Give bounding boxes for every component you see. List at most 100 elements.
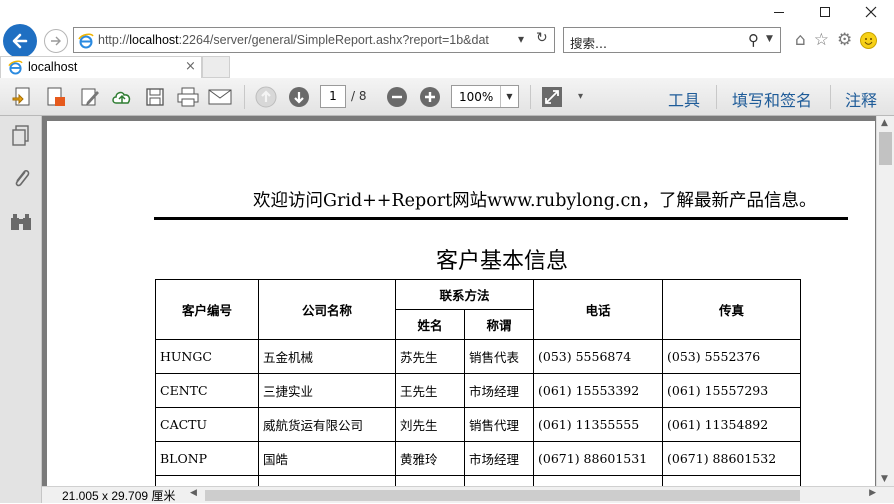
- table-row: CACTU 威航货运有限公司 刘先生 销售代理 (061) 11355555 (…: [155, 407, 801, 442]
- zoom-dropdown-icon[interactable]: ▼: [500, 86, 518, 107]
- search-input[interactable]: 搜索...: [570, 33, 607, 52]
- settings-gear-icon[interactable]: ⚙: [837, 30, 852, 50]
- tools-button[interactable]: 工具: [668, 87, 700, 111]
- save-button[interactable]: [143, 85, 167, 109]
- plus-circle-icon: [420, 87, 440, 107]
- col-header-company: 公司名称: [258, 279, 396, 340]
- upload-cloud-button[interactable]: [110, 85, 134, 109]
- page-size-label: 21.005 x 29.709 厘米: [62, 489, 176, 503]
- create-pdf-button[interactable]: [10, 85, 34, 109]
- cell-role: 市场经理: [464, 441, 534, 476]
- refresh-icon[interactable]: ↻: [536, 30, 548, 46]
- header-rule: [154, 217, 848, 220]
- print-button[interactable]: [176, 85, 200, 109]
- cell-fax: (061) 11354892: [662, 407, 801, 442]
- scroll-right-arrow-icon[interactable]: ▶: [869, 488, 876, 498]
- printer-icon: [177, 87, 199, 107]
- cell-phone: (061) 15553392: [533, 373, 663, 408]
- cell-phone: (061) 11355555: [533, 407, 663, 442]
- tab-title: localhost: [28, 60, 78, 74]
- find-button[interactable]: [9, 210, 33, 234]
- arrow-down-circle-icon: [289, 87, 309, 107]
- email-button[interactable]: [208, 85, 232, 109]
- col-header-contact: 联系方法: [395, 279, 534, 310]
- table-row: CENTC 三捷实业 王先生 市场经理 (061) 15553392 (061)…: [155, 373, 801, 408]
- zoom-out-button[interactable]: [385, 85, 409, 109]
- next-page-button[interactable]: [287, 85, 311, 109]
- search-provider-dropdown-icon[interactable]: ▼: [766, 34, 773, 44]
- horizontal-scrollbar[interactable]: ◀ ▶: [190, 488, 876, 502]
- attachments-button[interactable]: [9, 166, 33, 190]
- cloud-upload-icon: [112, 91, 131, 104]
- cell-company: 国皓: [258, 441, 396, 476]
- edit-pdf-icon: [81, 88, 99, 106]
- page-thumbnails-button[interactable]: [9, 124, 33, 148]
- cell-role: 销售代理: [464, 407, 534, 442]
- toolbar-separator: [830, 85, 831, 109]
- col-header-name: 姓名: [395, 309, 465, 340]
- comment-button[interactable]: 注释: [845, 87, 877, 111]
- search-dropdown-icon[interactable]: ▾: [518, 32, 524, 46]
- maximize-icon: [820, 7, 830, 17]
- horizontal-scroll-thumb[interactable]: [205, 490, 800, 501]
- tab-close-icon[interactable]: ×: [185, 59, 196, 74]
- search-icon[interactable]: ⚲: [748, 31, 759, 49]
- toolbar-separator: [716, 85, 717, 109]
- zoom-in-button[interactable]: [418, 85, 442, 109]
- search-box[interactable]: 搜索... ⚲ ▼: [563, 27, 781, 53]
- zoom-select[interactable]: 100% ▼: [451, 85, 519, 108]
- toolbar-separator: [244, 85, 245, 109]
- minus-circle-icon: [387, 87, 407, 107]
- close-window-button[interactable]: [848, 0, 894, 24]
- address-bar[interactable]: http://localhost:2264/server/general/Sim…: [73, 27, 555, 53]
- maximize-button[interactable]: [802, 0, 848, 24]
- cell-name: 苏先生: [395, 339, 465, 374]
- cell-fax: (0671) 88601532: [662, 441, 801, 476]
- new-tab-button[interactable]: [202, 56, 230, 78]
- document-viewer[interactable]: 欢迎访问Grid++Report网站www.rubylong.cn，了解最新产品…: [42, 116, 894, 486]
- vertical-scroll-thumb[interactable]: [879, 132, 892, 165]
- cell-name: 黄雅玲: [395, 441, 465, 476]
- url-host: localhost: [129, 33, 179, 47]
- scroll-up-arrow-icon[interactable]: ▲: [881, 118, 888, 128]
- vertical-scrollbar[interactable]: ▲ ▼: [876, 116, 894, 486]
- forward-button[interactable]: [44, 29, 68, 53]
- previous-page-button[interactable]: [254, 85, 278, 109]
- back-button[interactable]: [3, 24, 37, 58]
- more-tools-chevron-icon[interactable]: ▾: [578, 91, 583, 102]
- scroll-down-arrow-icon[interactable]: ▼: [881, 474, 888, 484]
- cell-name: 刘先生: [395, 407, 465, 442]
- cell-phone: (0671) 88601531: [533, 441, 663, 476]
- arrow-up-circle-icon: [255, 86, 277, 108]
- fill-sign-button[interactable]: 填写和签名: [732, 87, 812, 111]
- forward-arrow-icon: [51, 36, 61, 46]
- tab-localhost[interactable]: localhost ×: [0, 56, 202, 78]
- feedback-smiley-icon[interactable]: [860, 31, 878, 49]
- export-pdf-button[interactable]: [44, 85, 68, 109]
- cell-customer-id: HUNGC: [155, 339, 259, 374]
- fullscreen-button[interactable]: [540, 85, 564, 109]
- status-bar: 21.005 x 29.709 厘米 ◀ ▶: [42, 486, 894, 503]
- cell-company: 威航货运有限公司: [258, 407, 396, 442]
- table-header-row: 客户编号 公司名称 联系方法 电话 传真: [155, 279, 801, 340]
- report-page: 欢迎访问Grid++Report网站www.rubylong.cn，了解最新产品…: [47, 121, 875, 486]
- report-title: 客户基本信息: [435, 249, 568, 274]
- page-number-input[interactable]: 1: [320, 85, 346, 108]
- minimize-button[interactable]: [756, 0, 802, 24]
- save-disk-icon: [146, 88, 164, 106]
- welcome-banner: 欢迎访问Grid++Report网站www.rubylong.cn，了解最新产品…: [253, 191, 817, 211]
- pdf-toolbar: 1 / 8 100% ▼ ▾ 工具 填写和签名 注释: [0, 78, 894, 116]
- create-pdf-icon: [12, 87, 30, 106]
- tab-bar: localhost ×: [0, 56, 894, 78]
- home-icon[interactable]: ⌂: [795, 30, 806, 50]
- cell-customer-id: BLONP: [155, 441, 259, 476]
- cell-customer-id: CACTU: [155, 407, 259, 442]
- scroll-left-arrow-icon[interactable]: ◀: [190, 488, 197, 498]
- favorites-star-icon[interactable]: ☆: [814, 30, 829, 50]
- page-total: / 8: [351, 89, 367, 103]
- close-icon: [865, 6, 877, 18]
- pdf-sidebar: [0, 116, 42, 503]
- cell-name: 王先生: [395, 373, 465, 408]
- edit-pdf-button[interactable]: [78, 85, 102, 109]
- cell-company: 五金机械: [258, 339, 396, 374]
